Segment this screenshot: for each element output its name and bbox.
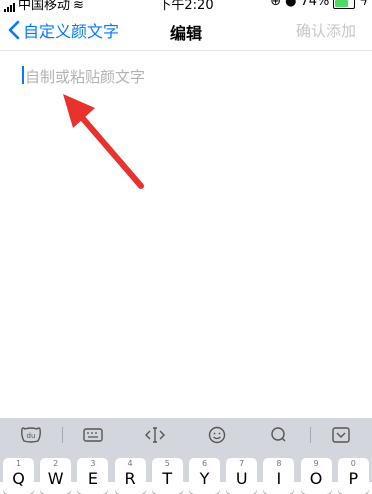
cursor-move-icon xyxy=(145,427,165,443)
key-number-hint: 2 xyxy=(53,459,59,468)
key-letter: U xyxy=(235,469,248,488)
keyboard-toolbar: du xyxy=(0,418,372,452)
svg-text:du: du xyxy=(27,432,36,440)
key-number-hint: 4 xyxy=(127,459,133,468)
annotation-arrow-icon xyxy=(63,94,144,189)
status-right: ⊕ ● 74% ϟ xyxy=(270,0,368,9)
key-w[interactable]: 2W xyxy=(40,458,72,494)
key-letter: O xyxy=(309,469,323,488)
alarm-icon: ● xyxy=(285,0,297,9)
key-number-hint: 3 xyxy=(90,459,96,468)
key-e[interactable]: 3E xyxy=(77,458,109,494)
toolbar-divider xyxy=(310,427,311,443)
key-r[interactable]: 4R xyxy=(114,458,146,494)
hide-keyboard-button[interactable] xyxy=(310,418,372,452)
key-number-hint: 1 xyxy=(15,459,22,468)
hide-keyboard-icon xyxy=(332,427,350,443)
key-o[interactable]: 9O xyxy=(300,458,332,494)
confirm-add-button[interactable]: 确认添加 xyxy=(296,20,356,41)
back-button-label: 自定义颜文字 xyxy=(23,22,120,41)
battery-icon xyxy=(333,0,356,9)
key-letter: Q xyxy=(12,469,25,488)
navigation-bar: 自定义颜文字 编辑 确认添加 xyxy=(0,12,372,51)
key-q[interactable]: 1Q xyxy=(3,458,34,494)
key-p[interactable]: 0P xyxy=(337,458,369,494)
key-letter: T xyxy=(162,469,173,488)
key-number-hint: 5 xyxy=(164,459,170,468)
key-u[interactable]: 7U xyxy=(226,458,258,494)
key-letter: Y xyxy=(199,469,210,488)
key-letter: R xyxy=(124,469,136,488)
key-letter: E xyxy=(87,469,98,488)
key-i[interactable]: 8I xyxy=(263,458,295,494)
emoji-icon xyxy=(208,426,226,444)
key-number-hint: 6 xyxy=(201,459,208,468)
toolbar-divider xyxy=(62,427,63,443)
key-number-hint: 7 xyxy=(239,459,245,468)
battery-percent: 74% xyxy=(300,0,330,9)
key-t[interactable]: 5T xyxy=(151,458,183,494)
lock-rotation-icon: ⊕ xyxy=(270,0,282,9)
key-letter: P xyxy=(348,469,359,488)
cursor-move-button[interactable] xyxy=(124,418,186,452)
keyboard-switch-button[interactable] xyxy=(62,418,124,452)
battery-fill xyxy=(335,0,349,7)
chevron-left-icon xyxy=(8,20,20,40)
keyboard: 1Q2W3E4R5T6Y7U8I9O0P xyxy=(0,452,372,494)
key-y[interactable]: 6Y xyxy=(189,458,220,494)
emoticon-face-button[interactable]: du xyxy=(0,418,62,452)
key-number-hint: 9 xyxy=(313,459,319,468)
key-letter: W xyxy=(47,469,64,488)
search-icon xyxy=(271,427,286,442)
emoji-button[interactable] xyxy=(186,418,248,452)
key-number-hint: 8 xyxy=(276,459,282,468)
emoticon-face-icon: du xyxy=(21,427,41,443)
charging-icon: ϟ xyxy=(359,0,368,9)
keyboard-icon xyxy=(83,428,103,442)
text-caret xyxy=(22,66,24,84)
input-placeholder: 自制或粘贴颜文字 xyxy=(25,68,146,86)
key-letter: I xyxy=(276,469,282,488)
key-number-hint: 0 xyxy=(350,459,356,468)
status-bar: 中国移动 ≋ 下午2:20 ⊕ ● 74% ϟ xyxy=(0,0,372,12)
search-button[interactable] xyxy=(248,418,310,452)
back-button[interactable]: 自定义颜文字 xyxy=(8,18,119,42)
